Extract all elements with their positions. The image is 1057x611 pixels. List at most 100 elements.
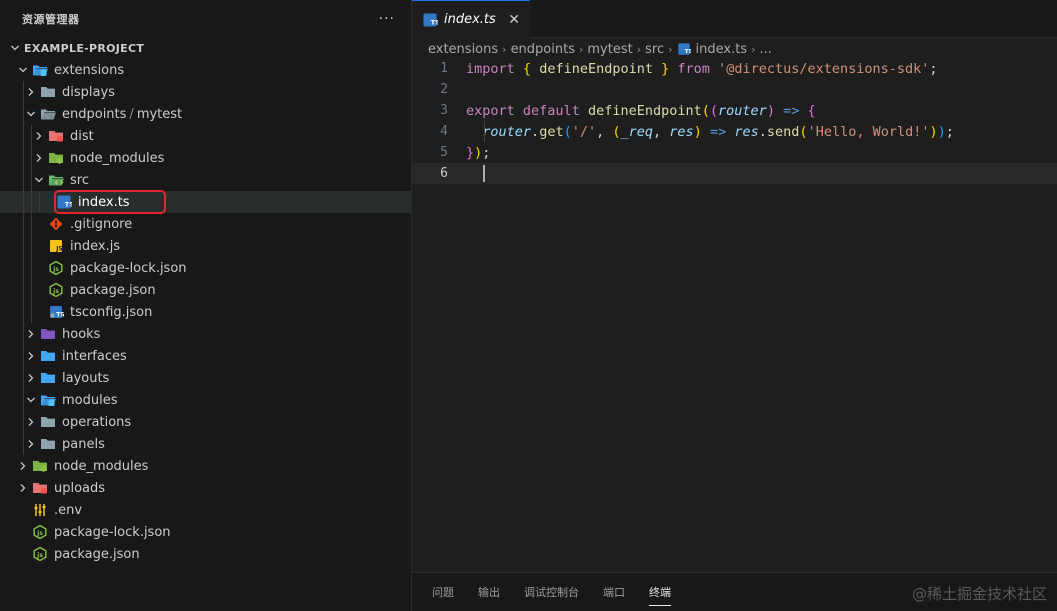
code-line[interactable]: 3 export default defineEndpoint((router) … bbox=[412, 100, 1057, 121]
tree-item[interactable]: modules bbox=[0, 389, 411, 411]
tree-item[interactable]: operations bbox=[0, 411, 411, 433]
breadcrumb-item[interactable]: mytest bbox=[587, 42, 632, 57]
folder-ext-open-icon bbox=[40, 392, 56, 408]
panel-tab[interactable]: 问题 bbox=[432, 573, 454, 611]
tree-item[interactable]: js package.json bbox=[0, 279, 411, 301]
breadcrumb-item[interactable]: ... bbox=[760, 42, 772, 57]
tree-item[interactable]: panels bbox=[0, 433, 411, 455]
folder-src-open-icon bbox=[48, 172, 64, 188]
chevron-right-icon[interactable] bbox=[24, 437, 38, 451]
chevron-right-icon: › bbox=[668, 42, 673, 56]
svg-text:js: js bbox=[52, 266, 59, 273]
svg-text:JS: JS bbox=[55, 246, 63, 253]
explorer-title: 资源管理器 bbox=[22, 13, 80, 26]
tree-item[interactable]: layouts bbox=[0, 367, 411, 389]
tree-item-label: package-lock.json bbox=[54, 524, 171, 540]
tree-item[interactable]: extensions bbox=[0, 59, 411, 81]
tab-label: index.ts bbox=[444, 12, 496, 27]
close-icon[interactable]: ✕ bbox=[508, 12, 520, 28]
bottom-panel: 问题 输出 调试控制台 端口 终端 @稀土掘金技术社区 bbox=[412, 572, 1057, 611]
breadcrumb-item[interactable]: src bbox=[645, 42, 664, 57]
panel-tab[interactable]: 调试控制台 bbox=[524, 573, 579, 611]
indent-guide bbox=[23, 257, 24, 279]
indent-guide bbox=[23, 125, 24, 147]
panel-tab[interactable]: 端口 bbox=[603, 573, 625, 611]
indent-guide bbox=[31, 301, 32, 323]
env-file-icon bbox=[32, 502, 48, 518]
tree-item[interactable]: node_modules bbox=[0, 455, 411, 477]
indent-guide bbox=[23, 147, 24, 169]
panel-tabs: 问题 输出 调试控制台 端口 终端 bbox=[432, 573, 695, 611]
tree-item[interactable]: uploads bbox=[0, 477, 411, 499]
tree-item[interactable]: displays bbox=[0, 81, 411, 103]
tree-item[interactable]: TS tsconfig.json bbox=[0, 301, 411, 323]
tree-item[interactable]: endpoints / mytest bbox=[0, 103, 411, 125]
git-file-icon bbox=[48, 216, 64, 232]
code-line[interactable]: 6 bbox=[412, 163, 1057, 184]
tree-item[interactable]: js package.json bbox=[0, 543, 411, 565]
code-line[interactable]: 1 import { defineEndpoint } from '@direct… bbox=[412, 58, 1057, 79]
chevron-right-icon[interactable] bbox=[24, 349, 38, 363]
folder-gray-icon bbox=[40, 414, 56, 430]
code-line[interactable]: 4 router.get('/', (_req, res) => res.sen… bbox=[412, 121, 1057, 142]
indent-guide bbox=[39, 191, 40, 213]
folder-gray-icon bbox=[40, 84, 56, 100]
chevron-down-icon[interactable] bbox=[8, 41, 22, 55]
indent-guide bbox=[23, 191, 24, 213]
code-text: router.get('/', (_req, res) => res.send(… bbox=[482, 123, 954, 140]
chevron-down-icon[interactable] bbox=[16, 63, 30, 77]
tree-item[interactable]: JS index.js bbox=[0, 235, 411, 257]
indent-guide bbox=[23, 103, 24, 125]
chevron-down-icon[interactable] bbox=[24, 107, 38, 121]
breadcrumb-item[interactable]: extensions bbox=[428, 42, 498, 57]
chevron-right-icon[interactable] bbox=[16, 481, 30, 495]
tree-item-label: modules bbox=[62, 392, 118, 408]
chevron-right-icon[interactable] bbox=[24, 371, 38, 385]
chevron-down-icon[interactable] bbox=[32, 173, 46, 187]
panel-tab[interactable]: 终端 bbox=[649, 573, 671, 611]
indent-guide bbox=[31, 169, 32, 191]
tree-item[interactable]: js package-lock.json bbox=[0, 521, 411, 543]
node-file-icon: js bbox=[48, 260, 64, 276]
indent-guide bbox=[23, 389, 24, 411]
tree-item-label: src bbox=[70, 172, 89, 188]
chevron-right-icon[interactable] bbox=[24, 327, 38, 341]
tab-index-ts[interactable]: TS index.ts ✕ bbox=[412, 0, 530, 38]
code-text: }); bbox=[466, 144, 491, 161]
chevron-right-icon[interactable] bbox=[24, 85, 38, 99]
line-number: 1 bbox=[440, 61, 448, 76]
folder-ext-open-icon bbox=[32, 62, 48, 78]
folder-red-icon bbox=[32, 480, 48, 496]
code-editor[interactable]: 1 import { defineEndpoint } from '@direct… bbox=[412, 58, 1057, 184]
indent-guide bbox=[23, 301, 24, 323]
chevron-down-icon[interactable] bbox=[24, 393, 38, 407]
ts-file-icon: TS bbox=[56, 194, 72, 210]
indent-guide bbox=[23, 323, 24, 345]
tree-item[interactable]: TS index.ts bbox=[0, 191, 411, 213]
code-line[interactable]: 5}); bbox=[412, 142, 1057, 163]
tree-item-label: tsconfig.json bbox=[70, 304, 153, 320]
chevron-right-icon[interactable] bbox=[24, 415, 38, 429]
tree-item[interactable]: dist bbox=[0, 125, 411, 147]
tree-item[interactable]: interfaces bbox=[0, 345, 411, 367]
code-line[interactable]: 2 bbox=[412, 79, 1057, 100]
more-actions-icon[interactable]: ··· bbox=[379, 11, 395, 27]
tree-item[interactable]: EXAMPLE-PROJECT bbox=[0, 37, 411, 59]
breadcrumb-item[interactable]: endpoints bbox=[511, 42, 575, 57]
chevron-right-icon[interactable] bbox=[32, 129, 46, 143]
breadcrumb-item[interactable]: index.ts bbox=[696, 42, 748, 57]
chevron-right-icon[interactable] bbox=[32, 151, 46, 165]
tree-item[interactable]: hooks bbox=[0, 323, 411, 345]
tree-item-label: index.js bbox=[70, 238, 121, 254]
tree-item[interactable]: src bbox=[0, 169, 411, 191]
tree-item[interactable]: js package-lock.json bbox=[0, 257, 411, 279]
text-cursor bbox=[483, 165, 485, 182]
tree-item[interactable]: .env bbox=[0, 499, 411, 521]
folder-red-icon bbox=[48, 128, 64, 144]
node-file-icon: js bbox=[48, 282, 64, 298]
tree-item[interactable]: .gitignore bbox=[0, 213, 411, 235]
panel-tab[interactable]: 输出 bbox=[478, 573, 500, 611]
code-text: import { defineEndpoint } from '@directu… bbox=[466, 60, 938, 77]
chevron-right-icon[interactable] bbox=[16, 459, 30, 473]
tree-item[interactable]: node_modules bbox=[0, 147, 411, 169]
